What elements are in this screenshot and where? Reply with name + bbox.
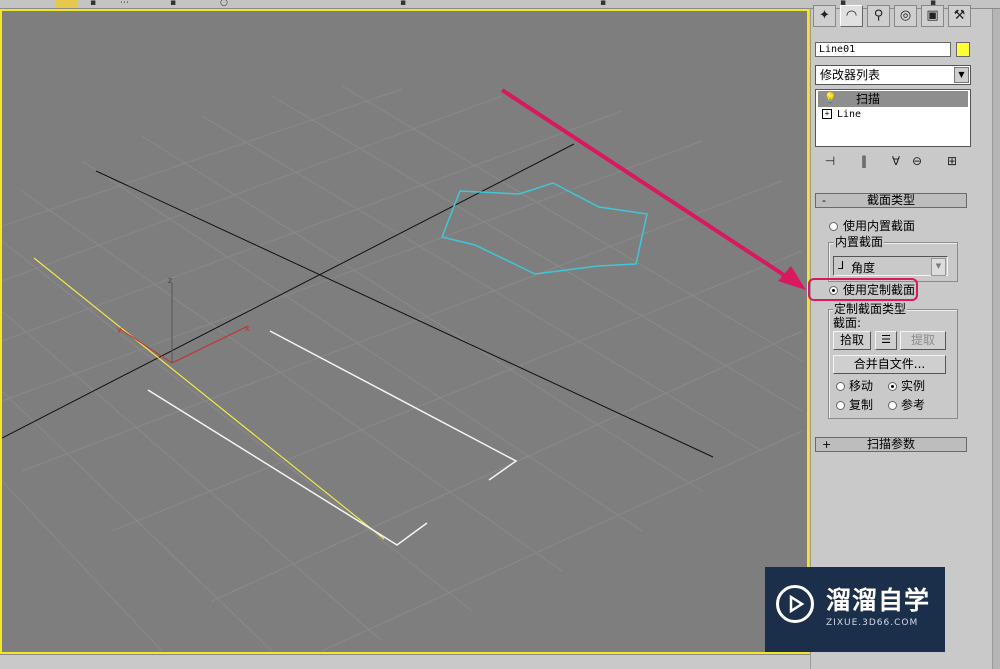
- status-bar: [0, 654, 810, 669]
- modifier-list-dropdown[interactable]: 修改器列表: [815, 65, 971, 85]
- object-color-swatch[interactable]: [956, 42, 970, 57]
- toolbar-icon-1[interactable]: ▪: [90, 0, 96, 8]
- sweep-path-line[interactable]: [33, 257, 385, 540]
- select-tool-icon[interactable]: [55, 0, 77, 7]
- home-grid: [2, 85, 803, 652]
- builtin-selected-label: 角度: [851, 261, 876, 275]
- stack-item-line[interactable]: + Line: [818, 108, 968, 121]
- hierarchy-icon: ⚲: [873, 8, 884, 23]
- motion-icon: ◎: [899, 8, 912, 23]
- display-tab[interactable]: ▣: [921, 5, 944, 27]
- use-builtin-label: 使用内置截面: [843, 219, 916, 233]
- copy-label: 复制: [849, 398, 874, 412]
- instance-label: 实例: [901, 379, 926, 393]
- stack-item-sweep[interactable]: 💡 扫描: [818, 91, 968, 107]
- pick-from-scene-icon[interactable]: ☰: [875, 331, 897, 350]
- lightbulb-icon[interactable]: 💡: [824, 91, 836, 107]
- star-section-shape[interactable]: [440, 182, 648, 275]
- toolbar-icon-4[interactable]: ○: [220, 0, 228, 8]
- white-outline-upper[interactable]: [269, 330, 518, 481]
- expand-plus-icon[interactable]: +: [822, 109, 832, 119]
- stack-item-sweep-label: 扫描: [856, 92, 881, 106]
- toolbar-icon-2[interactable]: ⋯: [120, 0, 129, 8]
- remove-modifier-icon[interactable]: ⊖: [908, 152, 926, 170]
- svg-text:z: z: [168, 276, 172, 285]
- reference-radio[interactable]: [888, 401, 897, 410]
- sweep-params-title: 扫描参数: [866, 437, 915, 451]
- viewport-scene: x y z: [2, 85, 806, 652]
- section-label: 截面:: [833, 316, 862, 330]
- configure-sets-icon[interactable]: ⊞: [942, 152, 962, 170]
- svg-text:x: x: [245, 324, 250, 333]
- toolbar-icon-5[interactable]: ▪: [400, 0, 406, 8]
- watermark-url: ZIXUE.3D66.COM: [826, 618, 919, 628]
- sweep-params-rollout-header[interactable]: + 扫描参数: [815, 437, 967, 452]
- builtin-section-dropdown[interactable]: ⅃ 角度 ▼: [833, 256, 948, 276]
- create-tab[interactable]: ✦: [813, 5, 836, 27]
- svg-text:y: y: [117, 325, 122, 334]
- extract-button[interactable]: 提取: [900, 331, 946, 350]
- move-label: 移动: [849, 379, 874, 393]
- section-type-title: 截面类型: [866, 193, 915, 207]
- pin-stack-icon[interactable]: ⊣: [820, 152, 840, 170]
- transform-gizmo[interactable]: x y z: [117, 276, 250, 364]
- chevron-down-icon[interactable]: ▼: [931, 258, 946, 276]
- use-builtin-radio[interactable]: [829, 222, 838, 231]
- hammer-icon: ⚒: [953, 8, 966, 23]
- highlight-annotation: [808, 278, 918, 301]
- grid-axis-y: [2, 143, 575, 439]
- copy-radio[interactable]: [836, 401, 845, 410]
- motion-tab[interactable]: ◎: [894, 5, 917, 27]
- pick-button[interactable]: 拾取: [833, 331, 871, 350]
- perspective-viewport[interactable]: x y z: [0, 9, 809, 654]
- modify-tab[interactable]: ◠: [840, 5, 863, 27]
- make-unique-icon[interactable]: ∀: [886, 152, 906, 170]
- utilities-tab[interactable]: ⚒: [948, 5, 971, 27]
- display-icon: ▣: [926, 8, 939, 23]
- toolbar-icon-3[interactable]: ▪: [170, 0, 176, 8]
- chevron-down-icon[interactable]: ▼: [954, 67, 969, 83]
- instance-radio[interactable]: [888, 382, 897, 391]
- create-icon: ✦: [819, 8, 830, 23]
- builtin-group-label: 内置截面: [834, 235, 885, 249]
- reference-label: 参考: [901, 398, 926, 412]
- expand-plus-icon: +: [822, 438, 832, 451]
- toolbar-icon-6[interactable]: ▪: [600, 0, 606, 8]
- section-type-rollout-header[interactable]: - 截面类型: [815, 193, 967, 208]
- hierarchy-tab[interactable]: ⚲: [867, 5, 890, 27]
- modify-icon: ◠: [845, 8, 858, 23]
- stack-item-line-label: Line: [837, 109, 862, 120]
- watermark-title: 溜溜自学: [826, 586, 931, 615]
- collapse-minus-icon: -: [822, 194, 826, 207]
- move-radio[interactable]: [836, 382, 845, 391]
- angle-shape-icon: ⅃: [838, 259, 845, 272]
- play-logo-icon: [776, 585, 814, 623]
- command-panel-scrollbar[interactable]: [992, 9, 1000, 669]
- object-name-field[interactable]: Line01: [815, 42, 951, 57]
- custom-group-label: 定制截面类型: [833, 302, 908, 316]
- merge-from-file-button[interactable]: 合并自文件...: [833, 355, 946, 374]
- show-end-result-icon[interactable]: ‖: [853, 152, 875, 170]
- grid-axis-x: [95, 170, 714, 458]
